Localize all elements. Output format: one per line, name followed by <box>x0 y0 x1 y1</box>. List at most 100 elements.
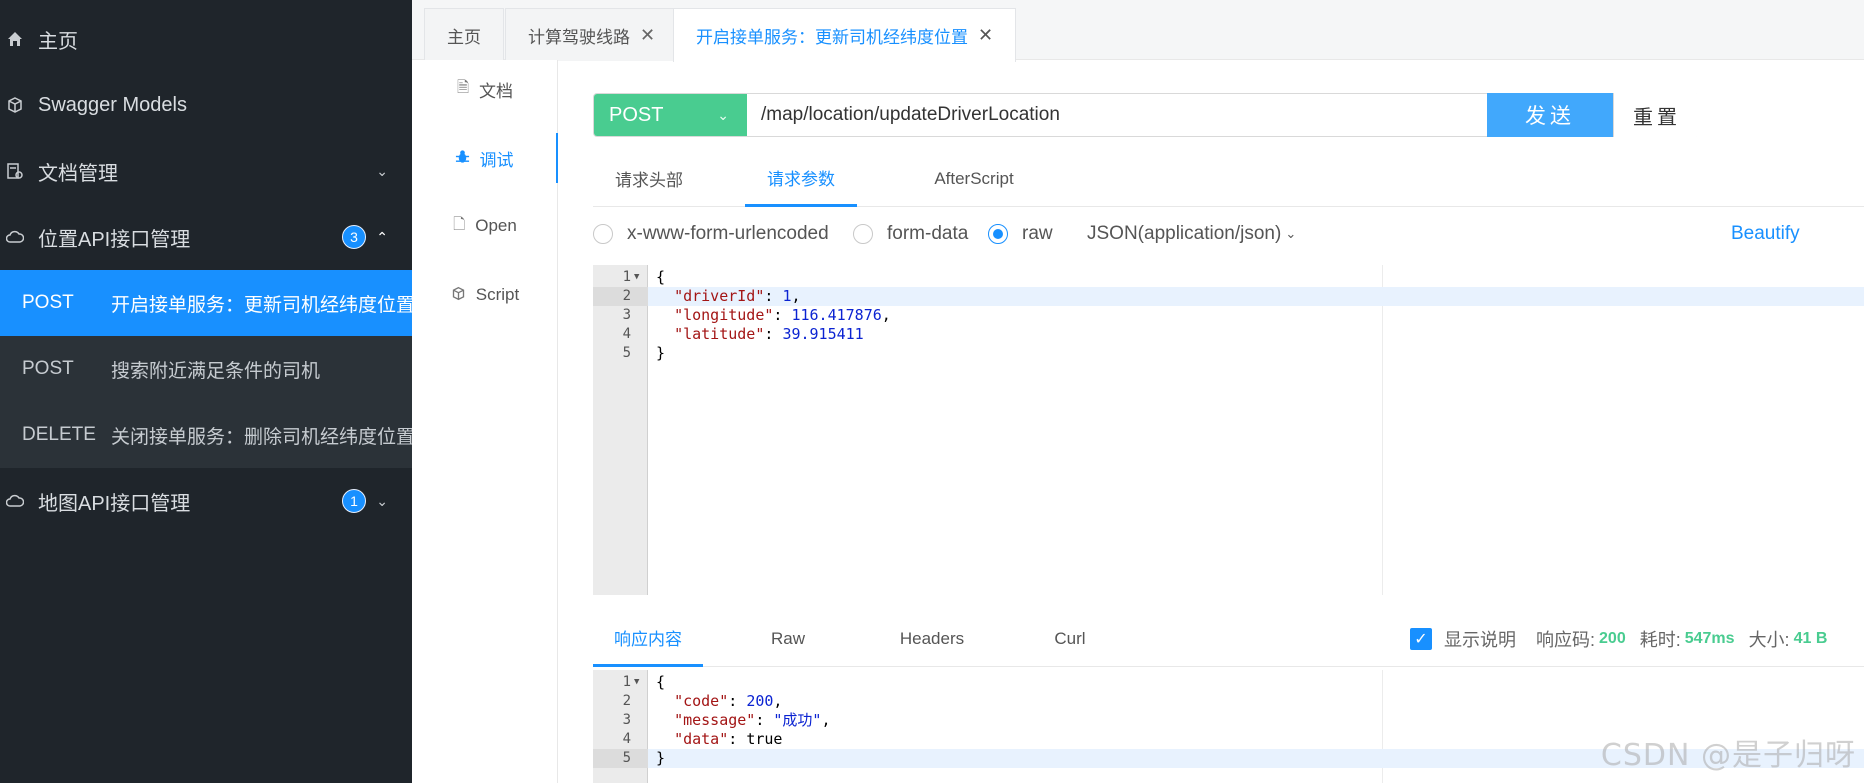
tab-request-headers[interactable]: 请求头部 <box>593 150 705 207</box>
tab-response-content[interactable]: 响应内容 <box>593 610 703 667</box>
radio-raw[interactable]: raw <box>988 223 1053 245</box>
close-icon[interactable]: ✕ <box>640 25 655 46</box>
tab-update-location[interactable]: 开启接单服务：更新司机经纬度位置 ✕ <box>673 8 1017 62</box>
code-line: 4 "latitude": 39.915411 <box>593 325 1864 344</box>
code-line: 5 } <box>593 344 1864 363</box>
response-code-value: 200 <box>746 692 774 710</box>
beautify-link[interactable]: Beautify <box>1731 223 1800 245</box>
cloud-icon <box>6 492 24 510</box>
cube-icon <box>451 286 466 305</box>
sidebar-item-location-api[interactable]: 位置API接口管理 3 ⌃ <box>0 204 412 270</box>
code-text: "code": 200, <box>674 692 783 710</box>
tab-response-curl[interactable]: Curl <box>1025 610 1115 667</box>
method-select[interactable]: POST ⌄ <box>594 94 747 136</box>
code-line: 3 "message": "成功", <box>593 711 1864 730</box>
sidebar-item-map-api[interactable]: 地图API接口管理 1 ⌄ <box>0 468 412 534</box>
sidebar-item-label: Swagger Models <box>38 93 187 116</box>
code-text: { <box>656 268 666 286</box>
sidebar-item-swagger-models[interactable]: Swagger Models <box>0 72 412 138</box>
doc-settings-icon <box>6 162 24 180</box>
request-body-editor[interactable]: 1 ▼ { 2 "driverId": 1, 3 "longitude": 116… <box>593 265 1864 595</box>
file-icon: 🗋 <box>453 215 466 233</box>
driver-id-value: 1 <box>782 287 792 305</box>
subnav-label: 文档 <box>479 81 514 101</box>
method-value: POST <box>609 103 664 126</box>
code-line: 2 "code": 200, <box>593 692 1864 711</box>
tab-calc-route[interactable]: 计算驾驶线路 ✕ <box>505 8 679 61</box>
subnav-docs[interactable]: 🗎 文档 <box>412 64 558 114</box>
close-icon[interactable]: ✕ <box>978 25 993 46</box>
fold-arrow-icon[interactable]: ▼ <box>634 673 639 692</box>
content-type-value: JSON(application/json) <box>1087 223 1282 244</box>
tab-response-headers[interactable]: Headers <box>877 610 987 667</box>
response-data-value: true <box>746 730 783 748</box>
sidebar-subitem-label: 开启接单服务：更新司机经纬度位置 <box>111 294 412 316</box>
subnav-label: Open <box>475 216 517 235</box>
chevron-down-icon: ⌄ <box>376 492 388 509</box>
line-number: 5 <box>622 345 631 361</box>
tab-home[interactable]: 主页 <box>424 8 504 61</box>
sidebar-item-label: 地图API接口管理 <box>38 492 191 515</box>
latitude-value: 39.915411 <box>782 325 864 343</box>
tab-bar: 主页 计算驾驶线路 ✕ 开启接单服务：更新司机经纬度位置 ✕ <box>412 0 1864 62</box>
sidebar-subitem-label: 关闭接单服务：删除司机经纬度位置 <box>111 426 412 448</box>
location-api-submenu: POST 开启接单服务：更新司机经纬度位置 POST 搜索附近满足条件的司机 D… <box>0 270 412 468</box>
tab-afterscript[interactable]: AfterScript <box>905 150 1043 207</box>
code-text: } <box>656 344 666 362</box>
line-number: 4 <box>622 326 631 342</box>
reset-button[interactable]: 重置 <box>1613 93 1700 137</box>
cloud-icon <box>6 228 24 246</box>
sidebar-subitem-search-drivers[interactable]: POST 搜索附近满足条件的司机 <box>0 336 412 402</box>
subnav-open[interactable]: 🗋 Open <box>412 201 558 251</box>
show-description-checkbox[interactable]: ✓ <box>1410 628 1432 650</box>
code-text: "driverId": 1, <box>674 287 801 305</box>
radio-button[interactable] <box>593 224 613 244</box>
elapsed-label: 耗时: <box>1639 630 1681 650</box>
code-text: } <box>656 749 666 767</box>
radio-button[interactable] <box>988 224 1008 244</box>
fold-arrow-icon[interactable]: ▼ <box>634 268 639 287</box>
content-type-select[interactable]: JSON(application/json) ⌄ <box>1087 223 1296 245</box>
code-text: "latitude": 39.915411 <box>674 325 864 343</box>
cube-icon <box>6 96 24 114</box>
sidebar-subitem-update-location[interactable]: POST 开启接单服务：更新司机经纬度位置 <box>0 270 412 336</box>
sidebar-item-home[interactable]: 主页 <box>0 6 412 72</box>
radio-form-data[interactable]: form-data <box>853 223 968 245</box>
size-label: 大小: <box>1748 630 1790 650</box>
body-type-group: x-www-form-urlencoded form-data raw JSON… <box>593 220 1864 250</box>
radio-button[interactable] <box>853 224 873 244</box>
count-badge: 1 <box>342 489 366 513</box>
line-number: 4 <box>622 731 631 747</box>
radio-label: form-data <box>887 223 969 244</box>
sidebar-item-doc-management[interactable]: 文档管理 ⌄ <box>0 138 412 204</box>
chevron-down-icon: ⌄ <box>376 162 388 179</box>
subnav-label: 调试 <box>479 150 514 170</box>
home-icon <box>6 30 24 48</box>
radio-urlencoded[interactable]: x-www-form-urlencoded <box>593 223 829 245</box>
sidebar-item-label: 主页 <box>38 30 78 53</box>
url-input[interactable] <box>747 94 1480 136</box>
code-line: 3 "longitude": 116.417876, <box>593 306 1864 325</box>
code-text: "data": true <box>674 730 783 748</box>
size-value: 41 B <box>1793 630 1828 647</box>
code-text: "longitude": 116.417876, <box>674 306 891 324</box>
line-number: 1 <box>622 674 631 690</box>
line-number: 3 <box>622 712 631 728</box>
request-tabs: 请求头部 请求参数 AfterScript <box>593 150 1864 207</box>
subnav-script[interactable]: Script <box>412 270 558 320</box>
send-button[interactable]: 发送 <box>1487 93 1613 137</box>
chevron-down-icon: ⌄ <box>1285 226 1297 241</box>
sidebar: 主页 Swagger Models 文档管理 ⌄ 位置API接口管理 3 ⌃ P… <box>0 0 412 783</box>
line-number: 5 <box>622 750 631 766</box>
tab-request-params[interactable]: 请求参数 <box>745 150 857 207</box>
status-code-value: 200 <box>1599 630 1626 647</box>
subnav-debug[interactable]: 调试 <box>412 133 558 183</box>
tab-response-raw[interactable]: Raw <box>743 610 833 667</box>
line-number: 2 <box>622 288 631 304</box>
elapsed-value: 547ms <box>1684 630 1735 647</box>
doc-subnav: 🗎 文档 调试 🗋 Open Script <box>412 60 558 783</box>
code-text: { <box>656 673 666 691</box>
sidebar-subitem-label: 搜索附近满足条件的司机 <box>111 360 321 382</box>
sidebar-subitem-remove-location[interactable]: DELETE 关闭接单服务：删除司机经纬度位置 <box>0 402 412 468</box>
document-icon: 🗎 <box>456 78 470 96</box>
